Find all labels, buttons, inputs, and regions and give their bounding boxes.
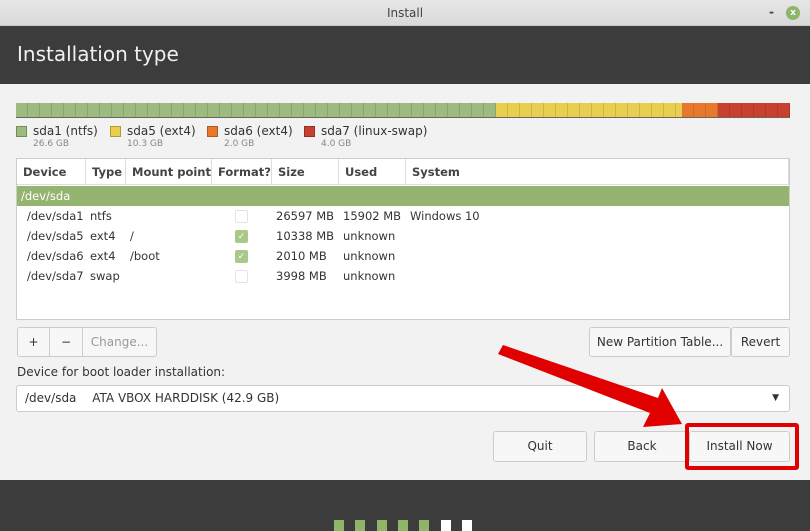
- step-indicator: [461, 520, 472, 531]
- step-indicator: [397, 520, 408, 531]
- step-indicator: [334, 520, 344, 531]
- step-indicator: [419, 520, 430, 531]
- step-indicator: [440, 520, 451, 531]
- step-indicator: [376, 520, 387, 531]
- arrow-annotation: [498, 345, 682, 427]
- arrow-icon: [498, 345, 682, 427]
- step-indicator: [355, 520, 366, 531]
